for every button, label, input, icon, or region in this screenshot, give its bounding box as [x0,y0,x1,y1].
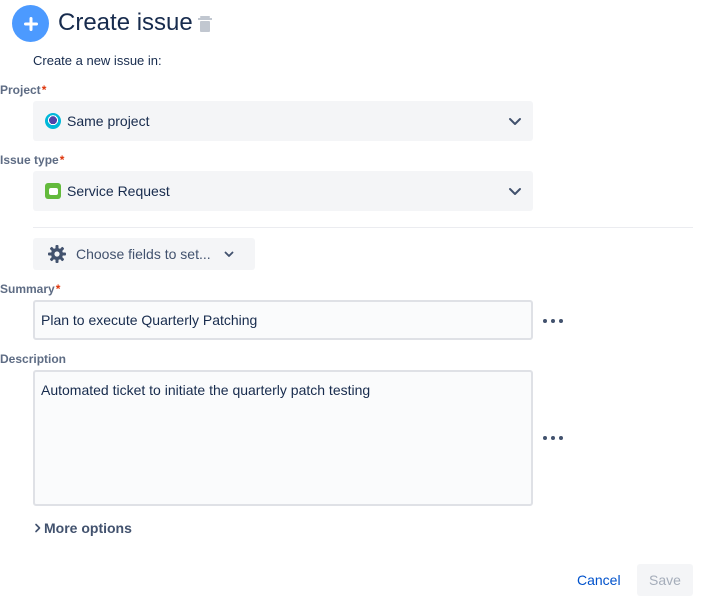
issue-type-value: Service Request [67,183,170,199]
more-options-label: More options [44,520,132,536]
more-options-toggle[interactable]: More options [33,520,132,536]
create-in-label: Create a new issue in: [33,53,162,68]
chevron-right-icon [35,523,41,533]
chevron-down-icon [509,188,521,195]
create-issue-icon [12,5,49,42]
cancel-button[interactable]: Cancel [577,572,621,588]
divider [33,227,693,228]
description-more-actions-icon[interactable] [543,435,563,441]
required-marker: * [55,282,61,296]
project-label: Project* [0,83,46,97]
required-marker: * [59,153,65,167]
trash-icon[interactable] [196,14,214,34]
summary-label-text: Summary [0,282,55,296]
summary-label: Summary* [0,282,60,296]
plus-icon [23,16,38,31]
project-avatar-icon [45,113,61,129]
description-textarea[interactable]: Automated ticket to initiate the quarter… [33,370,533,506]
project-label-text: Project [0,83,41,97]
service-request-icon [45,183,61,199]
summary-more-actions-icon[interactable] [543,318,563,324]
save-button[interactable]: Save [637,564,693,596]
project-select[interactable]: Same project [33,101,533,141]
required-marker: * [41,83,47,97]
chevron-down-icon [224,251,234,257]
summary-input[interactable]: Plan to execute Quarterly Patching [33,300,533,340]
page-title: Create issue [58,9,193,36]
issue-type-label: Issue type* [0,153,64,167]
choose-fields-button[interactable]: Choose fields to set... [33,238,255,270]
description-label: Description [0,352,66,366]
choose-fields-label: Choose fields to set... [76,246,211,262]
gear-icon [48,245,66,263]
issue-type-select[interactable]: Service Request [33,171,533,211]
description-label-text: Description [0,352,67,366]
issue-type-label-text: Issue type [0,153,59,167]
project-value: Same project [67,113,150,129]
chevron-down-icon [509,118,521,125]
